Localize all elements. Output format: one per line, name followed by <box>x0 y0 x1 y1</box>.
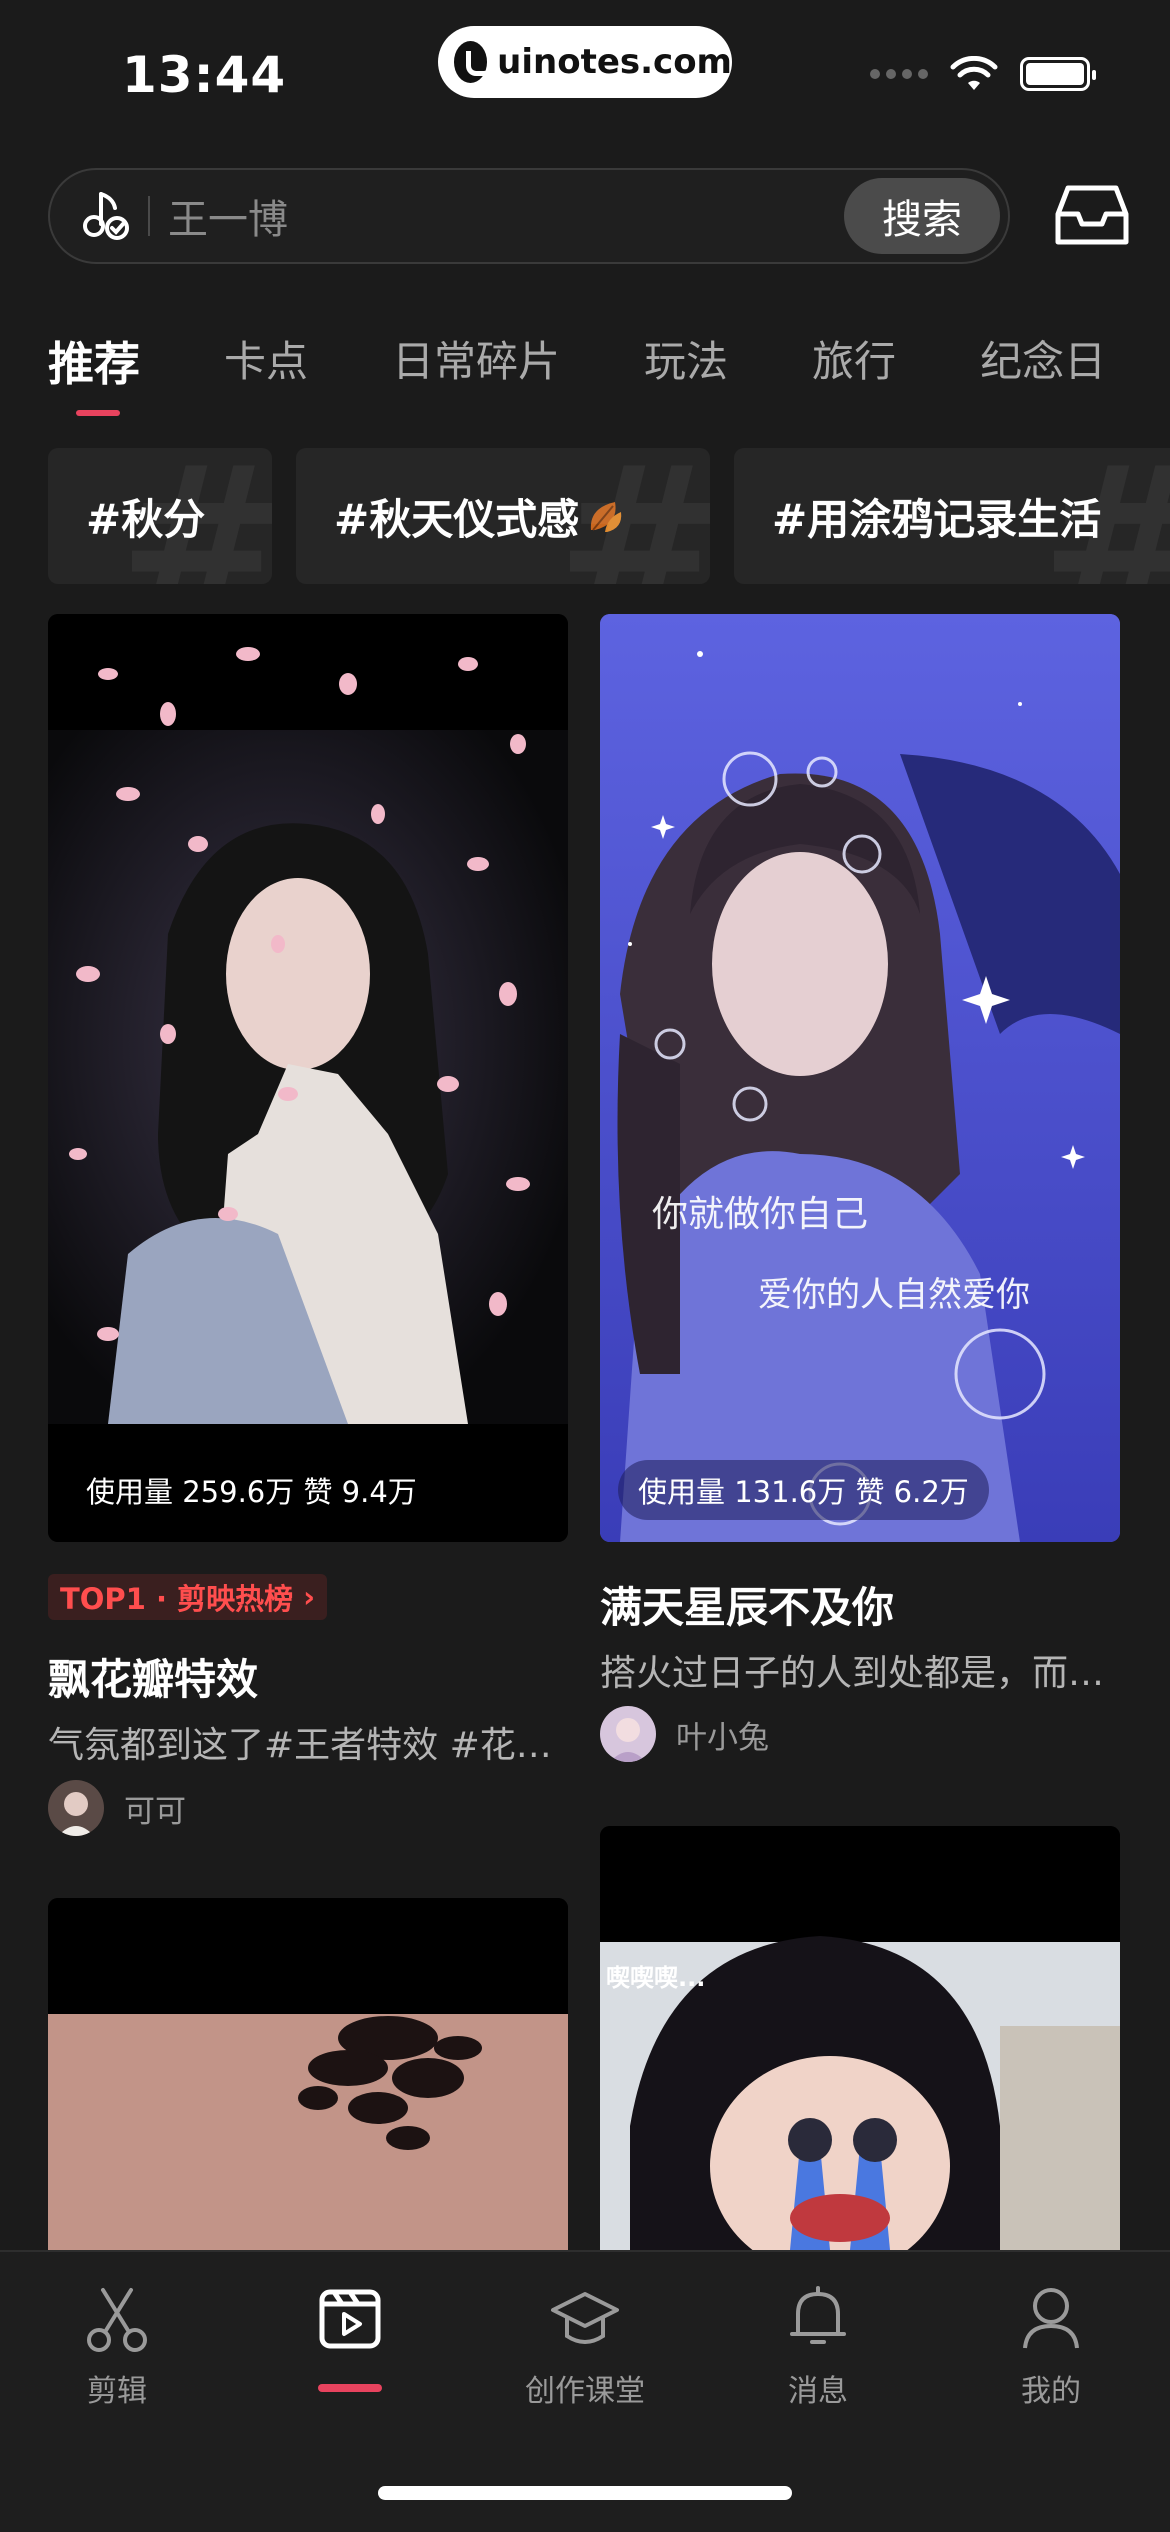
author[interactable]: 可可 <box>48 1780 186 1836</box>
battery-icon <box>1020 57 1096 91</box>
wifi-icon <box>950 56 998 90</box>
chevron-right-icon: › <box>303 1580 316 1614</box>
site-logo-icon <box>454 41 495 83</box>
template-thumbnail[interactable] <box>48 1898 568 2250</box>
tab-label: 推荐 <box>48 337 140 391</box>
rank-badge-label: TOP1 · 剪映热榜 <box>60 1582 294 1616</box>
status-time: 13:44 <box>122 46 287 104</box>
home-indicator[interactable] <box>378 2486 792 2500</box>
template-thumbnail[interactable]: 使用量 259.6万 赞 9.4万 <box>48 614 568 1542</box>
usage-stats: 使用量 259.6万 赞 9.4万 <box>66 1460 437 1520</box>
template-card[interactable]: 你就做你自己 爱你的人自然爱你 使用量 131.6万 赞 6.2万 满天星辰不及… <box>600 614 1120 1774</box>
tab-recommend[interactable]: 推荐 <box>48 328 140 418</box>
tab-daily[interactable]: 日常碎片 <box>392 328 560 418</box>
petals-photo <box>48 614 568 1542</box>
nav-active-indicator <box>318 2384 382 2392</box>
sunset-tree-photo <box>48 1898 568 2250</box>
author[interactable]: 叶小兔 <box>600 1706 769 1762</box>
tab-travel[interactable]: 旅行 <box>812 328 896 418</box>
search-input[interactable]: 王一博 <box>168 187 844 245</box>
starry-photo: 你就做你自己 爱你的人自然爱你 <box>600 614 1120 1542</box>
hashtag-chip[interactable]: # #秋天仪式感 <box>296 448 710 584</box>
funny-face-photo: 喫喫喫... <box>600 1826 1120 2250</box>
status-bar: 13:44 uinotes.com <box>0 0 1170 150</box>
signal-icon <box>870 69 928 79</box>
template-thumbnail[interactable]: 喫喫喫... <box>600 1826 1120 2250</box>
nav-item-profile[interactable]: 我的 <box>966 2282 1136 2410</box>
template-card[interactable]: 喫喫喫... <box>600 1826 1120 2250</box>
tab-gameplay[interactable]: 玩法 <box>644 328 728 418</box>
avatar <box>600 1706 656 1762</box>
site-name: uinotes.com <box>497 42 732 82</box>
template-card[interactable] <box>48 1898 568 2250</box>
nav-item-edit[interactable]: 剪辑 <box>32 2282 202 2410</box>
author-name: 叶小兔 <box>676 1719 769 1756</box>
status-icons <box>870 56 1096 92</box>
graduation-cap-icon <box>551 2292 619 2344</box>
tab-active-indicator <box>76 410 120 416</box>
template-description: 搭火过日子的人到处都是，而… <box>600 1653 1105 1694</box>
rank-badge[interactable]: TOP1 · 剪映热榜 › <box>48 1574 328 1620</box>
photo-overlay-text: 喫喫喫... <box>606 1964 705 1992</box>
template-title: 飘花瓣特效 <box>48 1655 259 1704</box>
search-button[interactable]: 搜索 <box>844 178 1000 254</box>
template-card[interactable]: 使用量 259.6万 赞 9.4万 TOP1 · 剪映热榜 › 飘花瓣特效 气氛… <box>48 614 568 1836</box>
search-bar[interactable]: 王一博 搜索 <box>48 168 1010 264</box>
photo-overlay-text: 爱你的人自然爱你 <box>758 1275 1030 1315</box>
inbox-icon[interactable] <box>1054 180 1130 250</box>
tab-beat[interactable]: 卡点 <box>224 328 308 418</box>
template-description: 气氛都到这了#王者特效 #花… <box>48 1725 552 1766</box>
nav-label: 消息 <box>788 2374 848 2409</box>
nav-label: 我的 <box>1021 2374 1081 2409</box>
nav-item-messages[interactable]: 消息 <box>733 2282 903 2410</box>
template-title: 满天星辰不及你 <box>600 1583 895 1632</box>
photo-overlay-text: 你就做你自己 <box>652 1194 868 1235</box>
nav-label: 创作课堂 <box>525 2374 645 2409</box>
search-divider <box>148 196 150 236</box>
scissors-icon <box>87 2288 147 2352</box>
author-name: 可可 <box>124 1793 186 1830</box>
usage-stats: 使用量 131.6万 赞 6.2万 <box>618 1460 989 1520</box>
site-watermark: uinotes.com <box>438 26 732 98</box>
nav-item-academy[interactable]: 创作课堂 <box>500 2282 670 2410</box>
hashtag-chip[interactable]: # #秋分 <box>48 448 272 584</box>
person-icon <box>1023 2288 1079 2349</box>
avatar <box>48 1780 104 1836</box>
category-tabs: 推荐 卡点 日常碎片 玩法 旅行 纪念日 <box>48 328 1170 418</box>
hashtag-label: #秋天仪式感 <box>334 494 580 544</box>
hashtag-row: # #秋分 # #秋天仪式感 # #用涂鸦记录生活 <box>48 448 1170 584</box>
hashtag-chip[interactable]: # #用涂鸦记录生活 <box>734 448 1170 584</box>
nav-item-templates[interactable] <box>265 2282 435 2366</box>
bell-icon <box>790 2286 846 2344</box>
tab-anniversary[interactable]: 纪念日 <box>980 328 1106 418</box>
music-recognition-icon[interactable] <box>72 181 142 251</box>
template-play-icon <box>319 2289 381 2349</box>
template-thumbnail[interactable]: 你就做你自己 爱你的人自然爱你 使用量 131.6万 赞 6.2万 <box>600 614 1120 1542</box>
nav-label: 剪辑 <box>87 2374 147 2409</box>
